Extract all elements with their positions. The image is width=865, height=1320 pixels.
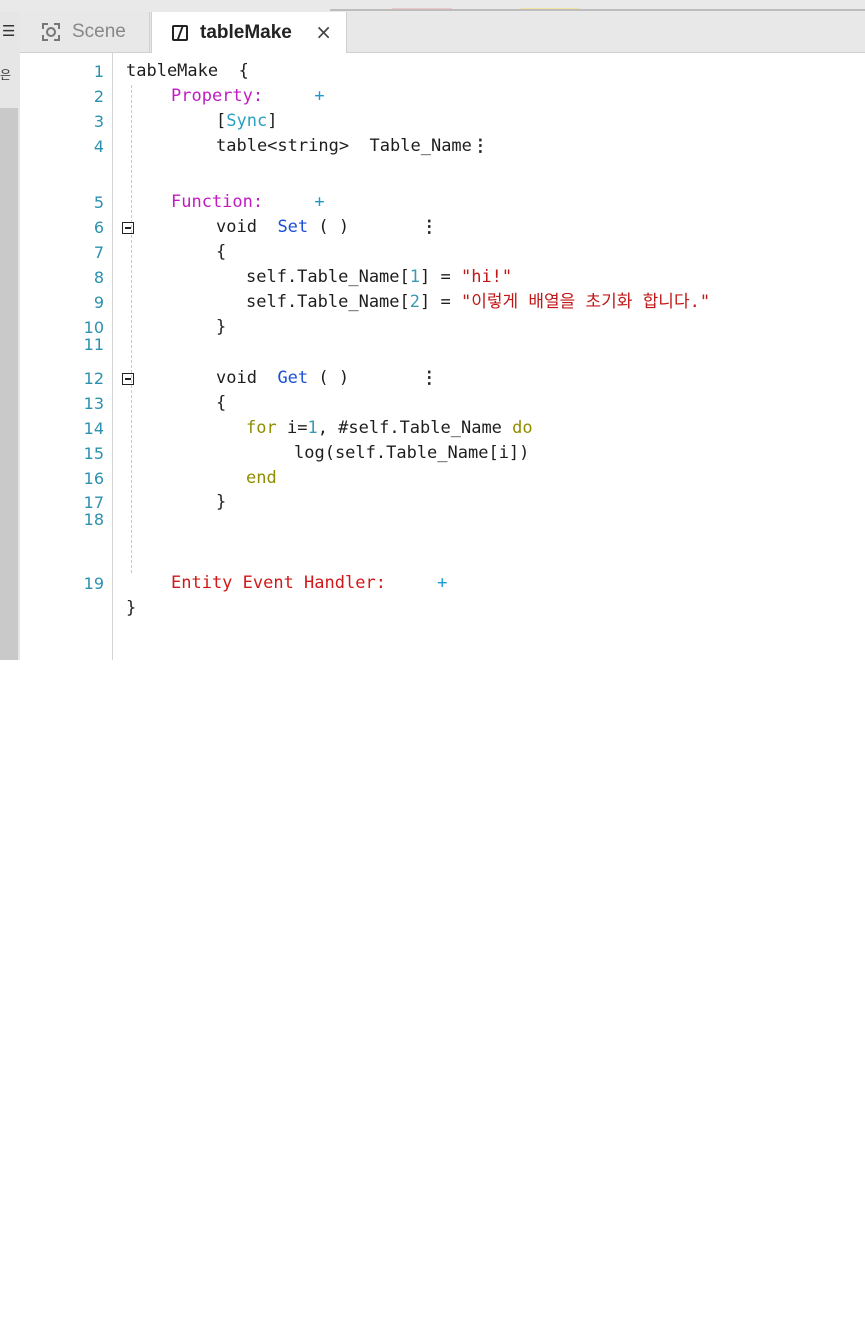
line-number: 11 <box>83 335 104 354</box>
line-number: 5 <box>93 193 104 212</box>
add-property-button[interactable]: + <box>314 86 324 106</box>
tab-bar: Scene tableMake × <box>20 12 865 53</box>
code-line-14: for i=1, #self.Table_Name do <box>246 418 533 438</box>
more-options-icon[interactable]: ⋮ <box>472 136 489 156</box>
code-line-2: Property: + <box>171 86 325 106</box>
line-number: 8 <box>93 268 104 287</box>
line-number: 9 <box>93 293 104 312</box>
line-number: 18 <box>83 510 104 529</box>
line-number: 14 <box>83 419 104 438</box>
line-number: 12 <box>83 369 104 388</box>
code-line-17: } <box>216 492 227 512</box>
script-icon <box>172 24 188 41</box>
code-line-4: table<string> Table_Name⋮ <box>216 136 489 156</box>
code-line-8: self.Table_Name[1] = "hi!" <box>246 267 513 287</box>
code-editor[interactable]: 1 2 3 4 5 6 7 8 9 10 11 12 13 14 15 16 1… <box>20 53 865 660</box>
code-line-16: end <box>246 468 277 488</box>
code-line-13: { <box>216 393 227 413</box>
more-options-icon[interactable]: ⋮ <box>421 368 438 388</box>
code-line-1: tableMake { <box>126 61 249 81</box>
window-top-strip <box>0 0 865 12</box>
tab-tablemake[interactable]: tableMake × <box>151 12 347 53</box>
line-number: 3 <box>93 112 104 131</box>
left-panel-text: 은 <box>0 68 12 82</box>
code-line-7: { <box>216 242 227 262</box>
line-number: 19 <box>83 574 104 593</box>
fold-toggle[interactable] <box>122 222 134 234</box>
left-panel-scrollbar[interactable] <box>0 108 18 660</box>
line-number: 7 <box>93 243 104 262</box>
line-number: 13 <box>83 394 104 413</box>
fold-toggle[interactable] <box>122 373 134 385</box>
line-number: 16 <box>83 469 104 488</box>
code-line-12: void Get ( ) ⋮ <box>216 368 438 388</box>
tab-tablemake-label: tableMake <box>200 21 292 43</box>
code-line-6: void Set ( ) ⋮ <box>216 217 438 237</box>
menu-icon[interactable]: ☰ <box>2 22 15 40</box>
gutter-separator <box>112 53 113 660</box>
line-number: 4 <box>93 137 104 156</box>
line-number: 2 <box>93 87 104 106</box>
code-line-20: } <box>126 598 137 618</box>
code-line-5: Function: + <box>171 192 325 212</box>
close-icon[interactable]: × <box>315 20 332 44</box>
add-function-button[interactable]: + <box>314 192 324 212</box>
line-number: 6 <box>93 218 104 237</box>
code-line-19: Entity Event Handler: + <box>171 573 448 593</box>
code-line-3: [Sync] <box>216 111 278 131</box>
tab-scene-label: Scene <box>72 21 126 42</box>
code-line-9: self.Table_Name[2] = "이렇게 배열을 초기화 합니다." <box>246 292 711 312</box>
code-line-10: } <box>216 317 227 337</box>
indent-guide <box>131 85 132 573</box>
left-side-panel: ☰ 은 <box>0 12 21 660</box>
code-line-15: log(self.Table_Name[i]) <box>294 443 530 463</box>
line-number: 15 <box>83 444 104 463</box>
scene-icon <box>42 23 60 41</box>
line-number: 1 <box>93 62 104 81</box>
tab-scene[interactable]: Scene <box>20 12 150 52</box>
more-options-icon[interactable]: ⋮ <box>421 217 438 237</box>
add-event-handler-button[interactable]: + <box>437 573 447 593</box>
top-strip-divider <box>330 9 865 11</box>
